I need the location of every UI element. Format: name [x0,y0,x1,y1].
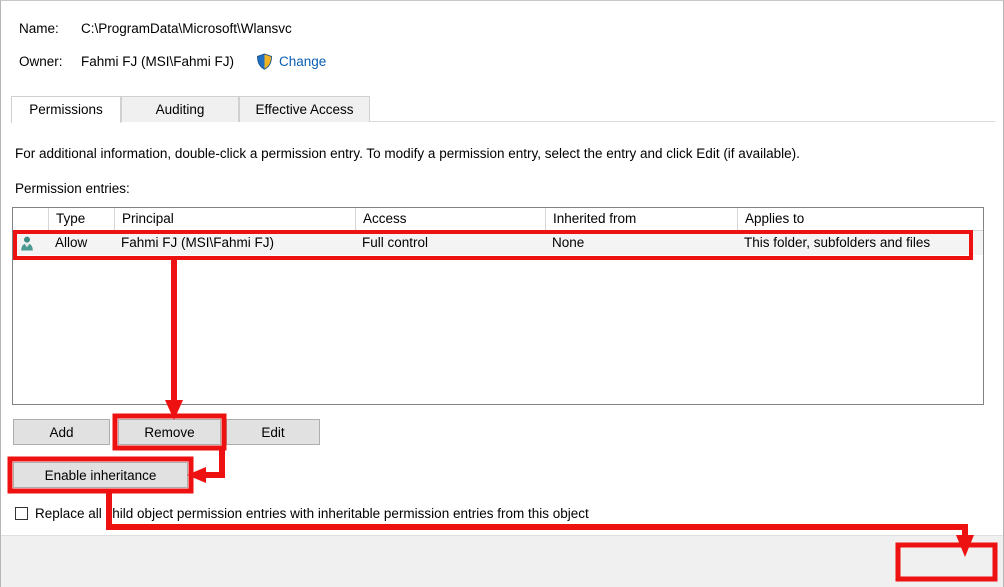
name-value: C:\ProgramData\Microsoft\Wlansvc [81,21,292,36]
user-icon [19,235,35,251]
cell-applies-to: This folder, subfolders and files [737,231,983,255]
cell-principal: Fahmi FJ (MSI\Fahmi FJ) [114,231,355,255]
info-text: For additional information, double-click… [15,146,800,161]
owner-label: Owner: [19,54,81,69]
remove-to-enable-inheritance-arrow [203,448,222,475]
column-header-applies-to[interactable]: Applies to [737,208,983,230]
add-button[interactable]: Add [13,419,110,445]
edit-button[interactable]: Edit [226,419,320,445]
dialog-footer: OK Cancel Apply [1,536,1004,587]
column-header-principal[interactable]: Principal [114,208,355,230]
name-row: Name: C:\ProgramData\Microsoft\Wlansvc [19,21,292,36]
change-owner-link[interactable]: Change [279,54,326,69]
uac-shield-icon [256,53,273,70]
name-label: Name: [19,21,81,36]
table-header-row: Type Principal Access Inherited from App… [13,208,983,231]
column-header-inherited-from[interactable]: Inherited from [545,208,737,230]
tab-permissions[interactable]: Permissions [11,96,121,123]
table-row[interactable]: Allow Fahmi FJ (MSI\Fahmi FJ) Full contr… [13,231,983,255]
replace-child-permissions-checkbox[interactable] [15,507,28,520]
cell-access: Full control [355,231,545,255]
advanced-security-settings-dialog: Name: C:\ProgramData\Microsoft\Wlansvc O… [0,0,1004,587]
cell-type: Allow [48,231,114,255]
tabstrip: Permissions Auditing Effective Access [11,96,995,122]
permission-entries-label: Permission entries: [15,181,130,196]
replace-child-permissions-row[interactable]: Replace all child object permission entr… [15,506,589,521]
replace-child-permissions-label: Replace all child object permission entr… [35,506,589,521]
permission-entries-table: Type Principal Access Inherited from App… [12,207,984,405]
column-header-icon[interactable] [13,208,48,230]
remove-button[interactable]: Remove [118,419,221,445]
column-header-type[interactable]: Type [48,208,114,230]
cell-inherited-from: None [545,231,737,255]
enable-inheritance-button[interactable]: Enable inheritance [13,462,188,488]
tab-effective-access[interactable]: Effective Access [239,96,370,122]
tab-auditing[interactable]: Auditing [121,96,239,122]
column-header-access[interactable]: Access [355,208,545,230]
owner-row: Owner: Fahmi FJ (MSI\Fahmi FJ) Change [19,53,326,70]
owner-value: Fahmi FJ (MSI\Fahmi FJ) [81,54,234,69]
